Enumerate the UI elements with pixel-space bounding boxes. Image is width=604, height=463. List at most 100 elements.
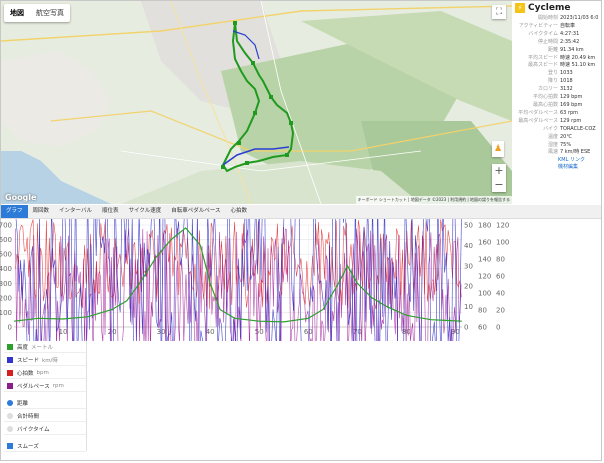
map-tab-satellite[interactable]: 航空写真 (30, 4, 70, 22)
summary-value: 91.34 km (560, 46, 584, 53)
smooth-checkbox[interactable] (7, 442, 13, 449)
legend-series-item[interactable]: スピード km/時 (4, 354, 86, 366)
summary-value: 2023/11/03 6:0 (560, 15, 599, 21)
series-label: 心拍数 (17, 370, 34, 377)
summary-row: 開始時刻 2023/11/03 6:0 (512, 15, 601, 23)
x-axis-radio[interactable] (7, 399, 13, 406)
summary-label: カロリー (537, 86, 558, 93)
summary-value: 1018 (560, 78, 573, 85)
chart-tab[interactable]: 心拍数 (225, 205, 252, 218)
summary-value: 75% (560, 141, 572, 148)
y-speed-tick-label: 0 (464, 324, 468, 332)
summary-row: 温度 20℃ (512, 134, 601, 142)
summary-value: 時速 51.10 km (560, 62, 596, 69)
series-label: スピード (17, 357, 40, 364)
summary-label: 温度 (547, 133, 558, 140)
summary-row: 距離 91.34 km (512, 47, 601, 55)
summary-label: 最高ペダルペース (518, 117, 558, 124)
legend-series-item[interactable]: ペダルペース rpm (4, 380, 86, 392)
x-tick-label: 60 (304, 328, 313, 336)
series-checkbox[interactable] (7, 356, 13, 363)
summary-label: 平均心拍数 (532, 94, 558, 101)
summary-row: 風速 7 km/時 ESE (512, 149, 601, 157)
fullscreen-icon[interactable]: ⛶ (492, 5, 506, 19)
summary-row: 最高ペダルペース 129 rpm (512, 118, 601, 126)
smooth-label: スムーズ (17, 443, 39, 450)
summary-label: バイクタイム (528, 30, 558, 37)
y-left-tick-label: 400 (0, 265, 12, 273)
x-axis-option[interactable]: 合計時間 (4, 410, 86, 422)
summary-row: アクティビティー 自転車 (512, 23, 601, 31)
map-canvas[interactable] (1, 1, 512, 204)
y-cadence-tick-label: 20 (496, 307, 505, 315)
y-cadence-tick-label: 60 (496, 273, 505, 281)
gear-edit-link[interactable]: 機材編集 (512, 164, 601, 171)
chart-tab[interactable]: グラフ (1, 205, 28, 218)
chart-tab[interactable]: インターバル (54, 205, 97, 218)
y-left-tick-label: 300 (0, 280, 12, 288)
y-left-tick-label: 0 (8, 324, 12, 332)
legend-divider (86, 341, 87, 451)
summary-value: 169 bpm (560, 101, 583, 108)
google-logo: Google (5, 193, 37, 202)
legend-series-item[interactable]: 高度 メートル (4, 341, 86, 353)
series-checkbox[interactable] (7, 369, 13, 376)
summary-row: 降り 1018 (512, 78, 601, 86)
y-speed-tick-label: 30 (464, 262, 473, 270)
route-map[interactable]: 地図 航空写真 ⛶ ♟ + − Google キーボード ショートカット | 地… (1, 1, 512, 204)
summary-value: 2:35:42 (560, 38, 580, 45)
legend-series-item[interactable]: 心拍数 bpm (4, 367, 86, 379)
summary-value: 1033 (560, 70, 573, 77)
summary-value: 129 rpm (560, 117, 582, 124)
zoom-in-icon[interactable]: + (492, 164, 506, 178)
y-cadence-tick-label: 120 (496, 222, 509, 230)
summary-row: バイクタイム 4:27:31 (512, 31, 601, 39)
x-axis-radio[interactable] (7, 425, 13, 432)
chart-tab[interactable]: 順位表 (97, 205, 124, 218)
activity-chart[interactable]: 010020030040050060070010 20 30 40 50 60 70 80 90… (0, 219, 604, 341)
smooth-option[interactable]: スムーズ (4, 440, 86, 452)
summary-row: バイク TORACLE-COZ (512, 126, 601, 134)
y-left-tick-label: 200 (0, 294, 12, 302)
summary-row: 停止時間 2:35:42 (512, 39, 601, 47)
map-footer-report[interactable]: 地図の誤りを報告する (470, 197, 510, 202)
series-checkbox[interactable] (7, 343, 13, 350)
summary-label: アクティビティー (518, 22, 558, 29)
series-unit: rpm (52, 382, 64, 389)
map-tab-road[interactable]: 地図 (4, 4, 30, 22)
summary-value: TORACLE-COZ (560, 125, 596, 132)
map-footer-shortcuts[interactable]: キーボード ショートカット (358, 197, 407, 202)
x-axis-option-label: 合計時間 (17, 413, 40, 420)
zoom-out-icon[interactable]: − (492, 178, 506, 192)
y-cadence-tick-label: 0 (496, 324, 500, 332)
series-label: ペダルペース (17, 383, 50, 390)
y-hr-tick-label: 160 (478, 239, 491, 247)
chart-tab[interactable]: 周回数 (28, 205, 55, 218)
summary-value: 63 rpm (560, 109, 579, 116)
chart-legend: 高度 メートル スピード km/時 心拍数 bpm ペダルペース rpm 距離 合計時間 バイクタイ… (4, 341, 86, 453)
series-unit: km/時 (42, 357, 58, 364)
street-view-pegman-icon[interactable]: ♟ (492, 141, 504, 157)
x-tick-label: 20 (108, 328, 117, 336)
x-axis-option[interactable]: バイクタイム (4, 423, 86, 435)
chart-tab[interactable]: 自転車ペダルペース (166, 205, 225, 218)
map-footer-terms[interactable]: 利用規約 (450, 197, 466, 202)
kml-link[interactable]: KML リンク (512, 157, 601, 164)
summary-row: 最高心拍数 169 bpm (512, 102, 601, 110)
series-label: 高度 (17, 344, 29, 351)
y-speed-tick-label: 50 (464, 222, 473, 230)
y-left-tick-label: 700 (0, 222, 12, 230)
x-axis-option-label: バイクタイム (17, 426, 50, 433)
y-hr-tick-label: 60 (478, 324, 487, 332)
x-axis-option[interactable]: 距離 (4, 397, 86, 409)
summary-label: 開始時刻 (537, 15, 558, 21)
x-axis-option-label: 距離 (17, 400, 29, 407)
chart-tab[interactable]: サイクル速度 (124, 205, 167, 218)
summary-row: 平均心拍数 129 bpm (512, 94, 601, 102)
map-type-tabs: 地図 航空写真 (4, 4, 70, 22)
series-checkbox[interactable] (7, 382, 13, 389)
x-axis-radio[interactable] (7, 412, 13, 419)
series-unit: メートル (31, 344, 54, 351)
map-footer: キーボード ショートカット | 地図データ ©2023 | 利用規約 | 地図の… (355, 196, 512, 204)
summary-label: 停止時間 (537, 38, 558, 45)
